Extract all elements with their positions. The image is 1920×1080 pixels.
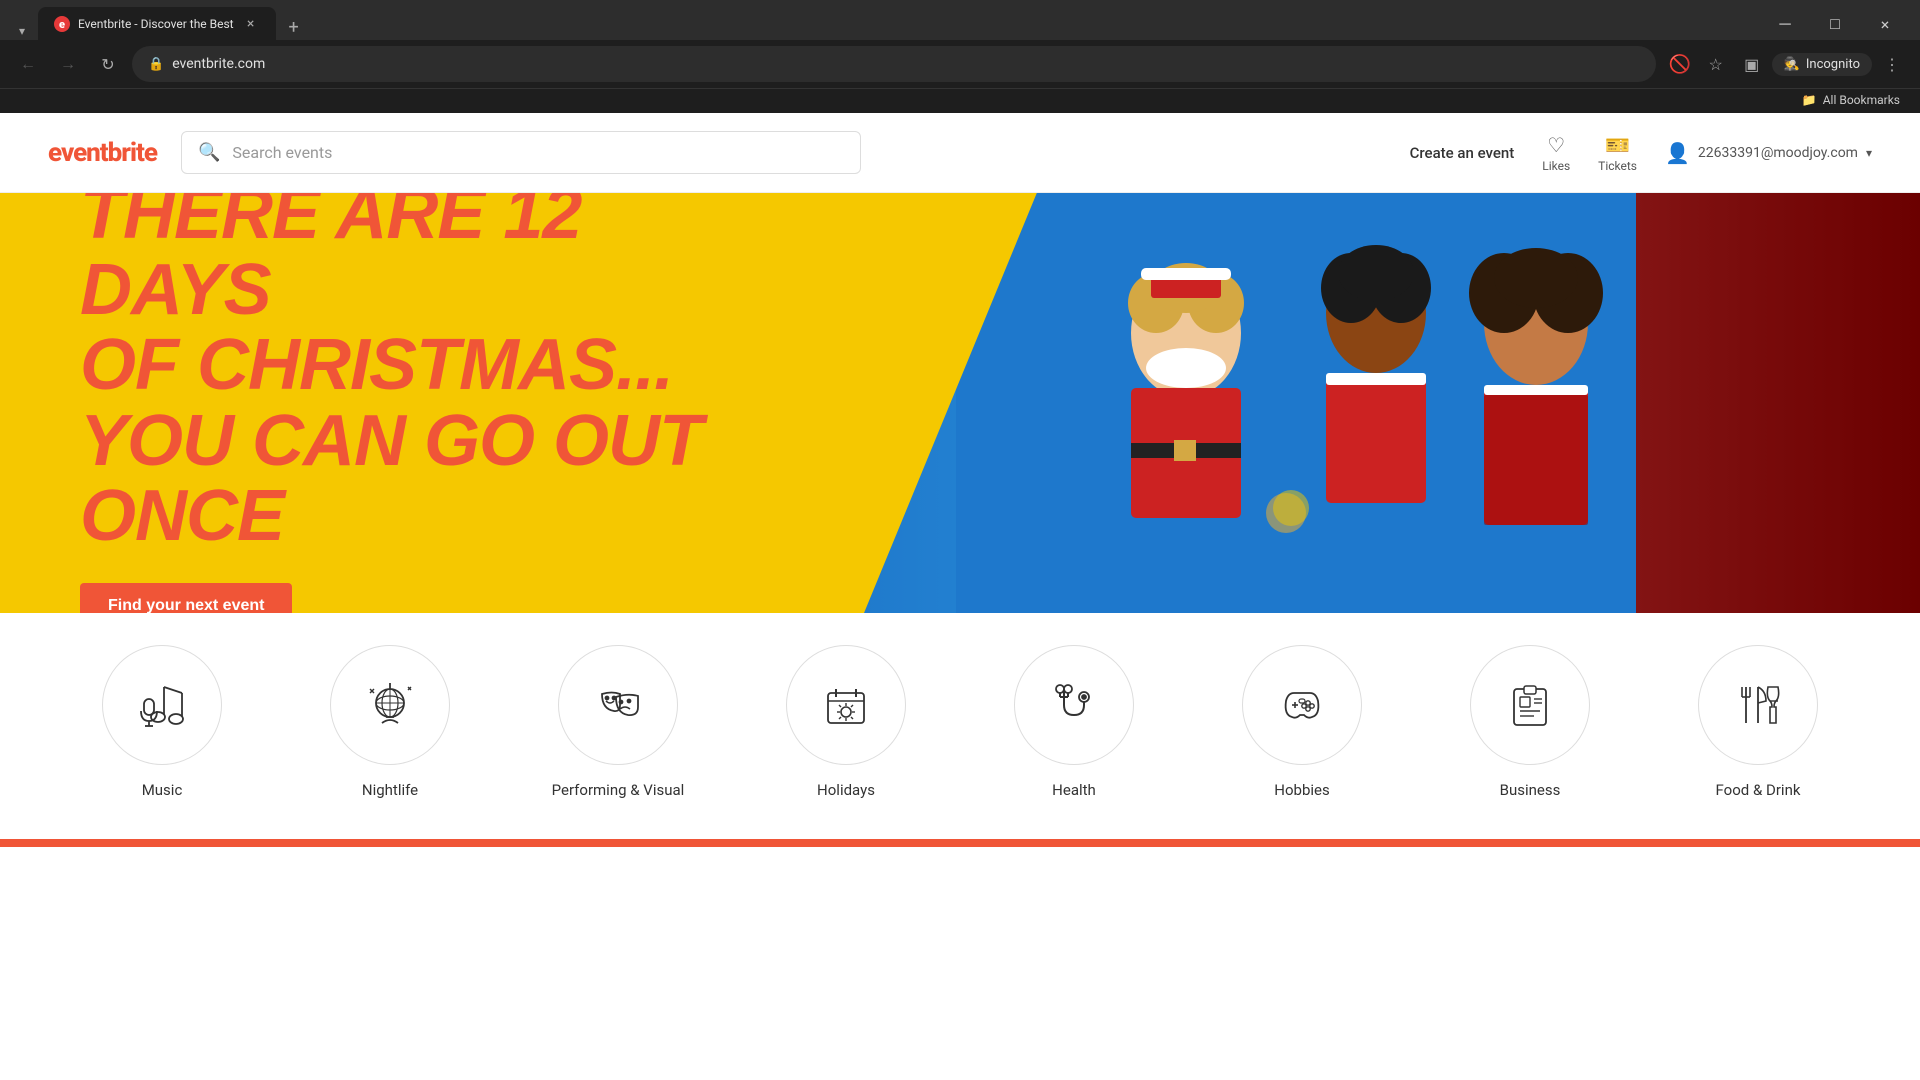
browser-toolbar: ← → ↻ 🔒 eventbrite.com 🚫 ☆ ▣ 🕵 Incognito… [0,40,1920,88]
url-text: eventbrite.com [172,56,1640,72]
category-food-circle [1698,645,1818,765]
category-health-circle [1014,645,1134,765]
maximize-button[interactable]: □ [1812,8,1858,40]
category-holidays-circle [786,645,906,765]
bottom-orange-bar [0,839,1920,847]
hero-headline-line2: OF CHRISTMAS... [80,325,673,405]
category-food-drink[interactable]: Food & Drink [1644,645,1872,799]
health-icon [1048,679,1100,731]
menu-button[interactable]: ⋮ [1876,48,1908,80]
website-content: eventbrite 🔍 Search events Create an eve… [0,113,1920,847]
category-music[interactable]: Music [48,645,276,799]
tab-favicon: e [54,16,70,32]
category-hobbies[interactable]: Hobbies [1188,645,1416,799]
tickets-label: Tickets [1598,159,1637,173]
category-nightlife-circle [330,645,450,765]
holidays-icon [820,679,872,731]
sidebar-icon[interactable]: ▣ [1736,48,1768,80]
category-holidays[interactable]: Holidays [732,645,960,799]
ticket-icon: 🎫 [1605,133,1630,157]
search-icon: 🔍 [198,142,220,163]
hero-headline-line1: THERE ARE 12 DAYS [80,193,581,330]
incognito-button[interactable]: 🕵 Incognito [1772,53,1872,76]
bookmarks-bar: 📁 All Bookmarks [0,88,1920,113]
account-dropdown-arrow: ▾ [1866,146,1872,160]
music-icon [136,679,188,731]
category-business[interactable]: Business [1416,645,1644,799]
reload-button[interactable]: ↻ [92,48,124,80]
find-event-button[interactable]: Find your next event [80,583,292,613]
heart-icon: ♡ [1547,133,1565,157]
all-bookmarks-label: All Bookmarks [1823,93,1900,107]
tab-dropdown-arrow[interactable]: ▾ [12,21,32,41]
search-bar[interactable]: 🔍 Search events [181,131,861,174]
back-button[interactable]: ← [12,48,44,80]
category-hobbies-circle [1242,645,1362,765]
tab-title: Eventbrite - Discover the Best [78,17,234,31]
category-health[interactable]: Health [960,645,1188,799]
categories-grid: Music [48,645,1872,799]
hobbies-icon [1276,679,1328,731]
browser-tabs: ▾ e Eventbrite - Discover the Best × + [12,7,1762,41]
category-nightlife-label: Nightlife [362,781,418,799]
category-performing-visual[interactable]: Performing & Visual [504,645,732,799]
bookmarks-folder-icon: 📁 [1802,93,1817,107]
hero-banner: THERE ARE 12 DAYS OF CHRISTMAS... YOU CA… [0,193,1920,613]
all-bookmarks-button[interactable]: 📁 All Bookmarks [1794,91,1908,109]
bookmark-star-icon[interactable]: ☆ [1700,48,1732,80]
category-business-label: Business [1500,781,1561,799]
eventbrite-header: eventbrite 🔍 Search events Create an eve… [0,113,1920,193]
user-icon: 👤 [1665,141,1690,165]
category-music-circle [102,645,222,765]
tab-close-button[interactable]: × [242,15,260,33]
address-lock-icon: 🔒 [148,57,164,72]
business-icon [1504,679,1556,731]
create-event-button[interactable]: Create an event [1410,144,1515,162]
category-holidays-label: Holidays [817,781,875,799]
category-hobbies-label: Hobbies [1274,781,1329,799]
tickets-button[interactable]: 🎫 Tickets [1598,133,1637,173]
category-performing-label: Performing & Visual [552,781,685,799]
account-email: 22633391@moodjoy.com [1698,145,1858,161]
hero-headline-line3: YOU CAN GO OUT ONCE [80,401,702,557]
toolbar-actions: 🚫 ☆ ▣ 🕵 Incognito ⋮ [1664,48,1908,80]
eventbrite-logo[interactable]: eventbrite [48,138,157,168]
food-drink-icon [1732,679,1784,731]
incognito-icon: 🕵 [1784,57,1800,72]
close-button[interactable]: × [1862,8,1908,40]
category-performing-circle [558,645,678,765]
browser-chrome: ▾ e Eventbrite - Discover the Best × + ─… [0,0,1920,113]
category-business-circle [1470,645,1590,765]
address-bar[interactable]: 🔒 eventbrite.com [132,46,1656,82]
performing-icon [592,679,644,731]
account-button[interactable]: 👤 22633391@moodjoy.com ▾ [1665,141,1872,165]
category-health-label: Health [1052,781,1096,799]
window-controls: ─ □ × [1762,8,1908,40]
forward-button[interactable]: → [52,48,84,80]
likes-label: Likes [1542,159,1570,173]
hero-people-svg [956,193,1636,613]
incognito-label: Incognito [1806,57,1860,72]
browser-titlebar: ▾ e Eventbrite - Discover the Best × + ─… [0,0,1920,40]
category-nightlife[interactable]: Nightlife [276,645,504,799]
search-placeholder-text: Search events [232,143,332,162]
eye-off-icon[interactable]: 🚫 [1664,48,1696,80]
nightlife-icon [364,679,416,731]
category-food-drink-label: Food & Drink [1716,781,1801,799]
new-tab-button[interactable]: + [280,13,308,41]
browser-tab-active[interactable]: e Eventbrite - Discover the Best × [38,7,276,41]
category-music-label: Music [142,781,183,799]
hero-text-block: THERE ARE 12 DAYS OF CHRISTMAS... YOU CA… [80,193,780,613]
minimize-button[interactable]: ─ [1762,8,1808,40]
hero-headline: THERE ARE 12 DAYS OF CHRISTMAS... YOU CA… [80,193,780,555]
header-actions: Create an event ♡ Likes 🎫 Tickets 👤 2263… [1410,133,1872,173]
likes-button[interactable]: ♡ Likes [1542,133,1570,173]
categories-section: Music [0,613,1920,839]
